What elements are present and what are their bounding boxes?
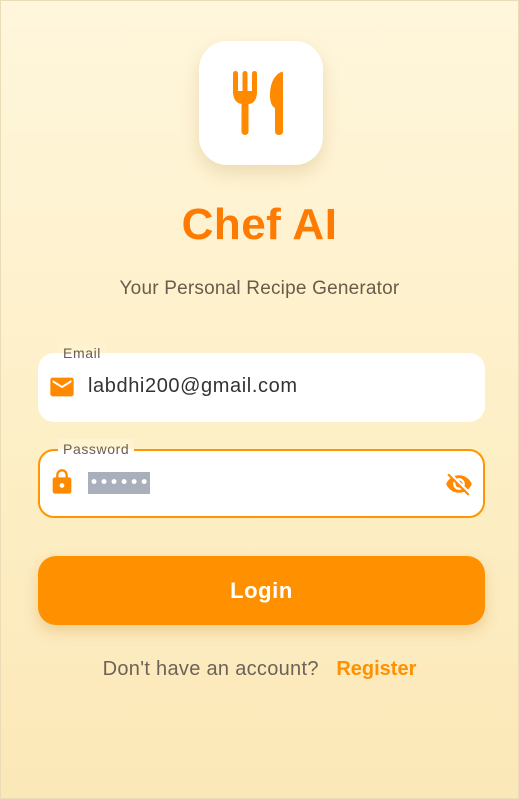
password-field[interactable]: Password •••••• bbox=[38, 439, 485, 518]
register-prompt: Don't have an account? bbox=[102, 658, 319, 680]
app-subtitle: Your Personal Recipe Generator bbox=[119, 278, 400, 299]
register-prompt-row: Don't have an account? Register bbox=[0, 658, 519, 681]
app-title: Chef AI bbox=[181, 200, 338, 249]
login-button[interactable]: Login bbox=[38, 556, 485, 625]
password-value[interactable]: •••••• bbox=[88, 472, 151, 494]
visibility-off-icon[interactable] bbox=[445, 470, 473, 498]
mail-icon bbox=[50, 377, 74, 397]
password-label: Password bbox=[58, 439, 135, 459]
restaurant-icon bbox=[233, 71, 283, 135]
lock-icon bbox=[52, 469, 72, 494]
email-value[interactable]: labdhi200@gmail.com bbox=[88, 375, 298, 398]
email-field[interactable]: Email labdhi200@gmail.com bbox=[38, 343, 485, 422]
email-label: Email bbox=[58, 343, 107, 363]
logo-tile bbox=[199, 41, 323, 165]
register-link[interactable]: Register bbox=[336, 658, 416, 680]
